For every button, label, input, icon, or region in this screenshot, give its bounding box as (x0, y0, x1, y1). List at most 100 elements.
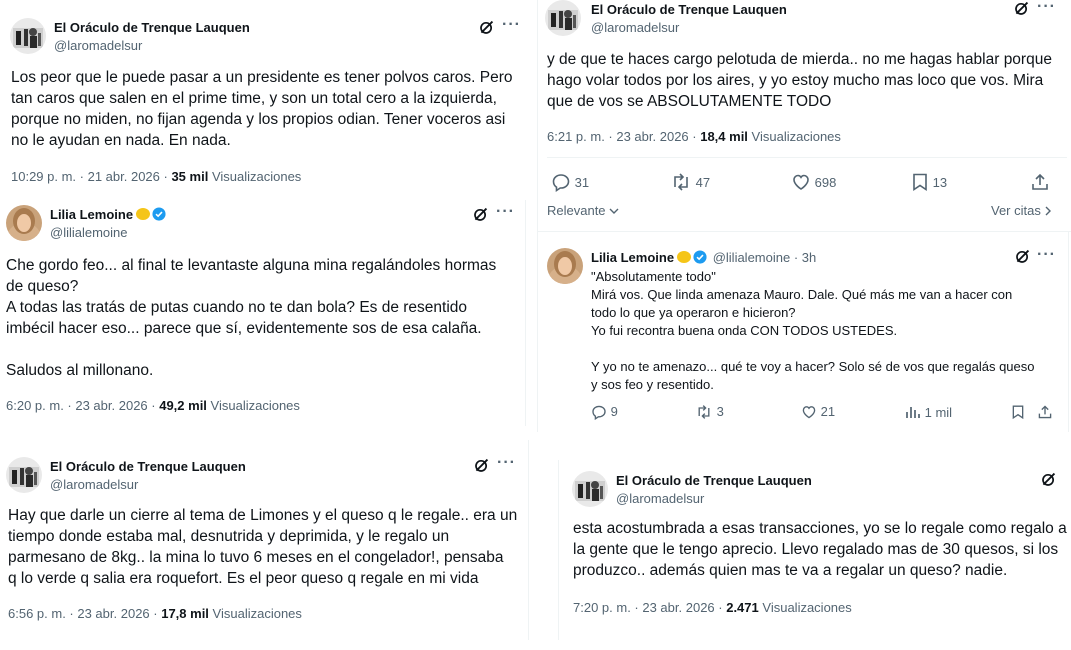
tweet-card-4[interactable]: El Oráculo de Trenque Lauquen @laromadel… (537, 0, 1071, 432)
verified-icon (693, 250, 707, 264)
reply-icon (592, 405, 606, 421)
tweet-text: Hay que darle un cierre al tema de Limon… (8, 507, 518, 587)
retweet-button[interactable]: 3 (695, 404, 724, 420)
tweet-card-2[interactable]: Lilia Lemoine @lilialemoine ··· Che gord… (0, 198, 528, 426)
tweet-text: y de que te haces cargo pelotuda de mier… (547, 51, 1052, 110)
reply-count: 9 (610, 404, 618, 419)
timestamp[interactable]: 6:21 p. m. · 23 abr. 2026 · (547, 129, 697, 144)
tweet-card-1[interactable]: El Oráculo de Trenque Lauquen @laromadel… (0, 0, 528, 196)
views-count: 18,4 mil (700, 129, 748, 144)
like-count: 21 (820, 404, 836, 419)
author-handle[interactable]: @lilialemoine · 3h (713, 250, 817, 265)
avatar[interactable] (545, 0, 581, 36)
bookmark-count: 13 (932, 175, 948, 190)
reply-icon (552, 174, 570, 193)
divider (537, 0, 538, 432)
divider (547, 157, 1067, 158)
timestamp[interactable]: 10:29 p. m. · 21 abr. 2026 · (11, 169, 168, 184)
quotes-label: Ver citas (991, 203, 1041, 218)
views-icon (906, 407, 920, 418)
share-icon[interactable] (1030, 172, 1050, 192)
tweet-meta: 7:20 p. m. · 23 abr. 2026 · 2.471 Visual… (573, 600, 852, 615)
bookmark-button[interactable]: 13 (911, 172, 947, 192)
divider (525, 200, 526, 426)
more-icon[interactable]: ··· (496, 204, 515, 220)
avatar[interactable] (547, 248, 583, 284)
author-handle[interactable]: @lilialemoine (50, 225, 128, 240)
tweet-text: Los peor que le puede pasar a un preside… (11, 69, 513, 149)
author-handle[interactable]: @laromadelsur (591, 20, 679, 35)
more-icon[interactable]: ··· (1037, 247, 1056, 263)
grok-icon[interactable] (473, 457, 490, 474)
divider (558, 460, 559, 640)
more-icon[interactable]: ··· (497, 455, 516, 471)
timestamp[interactable]: 6:20 p. m. · 23 abr. 2026 · (6, 398, 156, 413)
grok-icon[interactable] (1013, 0, 1030, 17)
author-handle[interactable]: @laromadelsur (50, 477, 138, 492)
author-name[interactable]: El Oráculo de Trenque Lauquen (50, 459, 246, 474)
more-icon[interactable]: ··· (1037, 0, 1056, 15)
verified-icon (152, 207, 166, 221)
like-button[interactable]: 21 (801, 404, 835, 420)
reply-button[interactable]: 31 (551, 172, 590, 193)
tweet-text: Che gordo feo... al final te levantaste … (6, 257, 497, 379)
views-count: 1 mil (924, 405, 953, 420)
tweet-card-5[interactable]: El Oráculo de Trenque Lauquen @laromadel… (558, 456, 1071, 650)
views-count: 49,2 mil (159, 398, 207, 413)
retweet-button[interactable]: 47 (670, 172, 710, 192)
views-count: 2.471 (726, 600, 759, 615)
avatar[interactable] (10, 18, 46, 54)
tweet-meta: 6:56 p. m. · 23 abr. 2026 · 17,8 mil Vis… (8, 606, 302, 621)
views-button[interactable]: 1 mil (905, 404, 952, 420)
views-label: Visualizaciones (210, 398, 300, 413)
divider (1068, 232, 1069, 432)
author-name[interactable]: El Oráculo de Trenque Lauquen (54, 20, 250, 35)
author-name[interactable]: El Oráculo de Trenque Lauquen (591, 2, 787, 17)
avatar[interactable] (572, 471, 608, 507)
bookmark-icon (913, 173, 927, 191)
tweet-text: esta acostumbrada a esas transacciones, … (573, 520, 1067, 579)
divider (528, 440, 529, 640)
author-name[interactable]: El Oráculo de Trenque Lauquen (616, 473, 812, 488)
grok-icon[interactable] (472, 206, 489, 223)
timestamp[interactable]: 7:20 p. m. · 23 abr. 2026 · (573, 600, 723, 615)
chevron-right-icon (1045, 206, 1052, 216)
views-label: Visualizaciones (762, 600, 852, 615)
grok-icon[interactable] (478, 19, 495, 36)
retweet-icon (698, 405, 710, 419)
chevron-down-icon (609, 208, 619, 214)
views-count: 35 mil (171, 169, 209, 184)
like-button[interactable]: 698 (791, 172, 836, 192)
share-icon[interactable] (1037, 404, 1053, 420)
tweet-card-3[interactable]: El Oráculo de Trenque Lauquen @laromadel… (0, 440, 530, 650)
reply-text: "Absolutamente todo" Mirá vos. Que linda… (591, 269, 1035, 392)
views-count: 17,8 mil (161, 606, 209, 621)
author-handle[interactable]: @laromadelsur (54, 38, 142, 53)
tweet-meta: 10:29 p. m. · 21 abr. 2026 · 35 mil Visu… (11, 169, 301, 184)
avatar[interactable] (6, 457, 42, 493)
reply-count: 31 (574, 175, 590, 190)
retweet-count: 3 (716, 404, 724, 419)
views-label: Visualizaciones (751, 129, 841, 144)
grok-icon[interactable] (1040, 471, 1057, 488)
lemon-emoji (677, 251, 692, 263)
more-icon[interactable]: ··· (502, 17, 521, 33)
grok-icon[interactable] (1014, 248, 1031, 265)
tweet-meta: 6:20 p. m. · 23 abr. 2026 · 49,2 mil Vis… (6, 398, 300, 413)
sort-dropdown[interactable]: Relevante (547, 203, 619, 218)
author-name[interactable]: Lilia Lemoine (50, 207, 166, 222)
divider (537, 231, 1071, 232)
author-name[interactable]: Lilia Lemoine @lilialemoine · 3h (591, 250, 816, 265)
author-handle[interactable]: @laromadelsur (616, 491, 704, 506)
bookmark-icon[interactable] (1011, 404, 1025, 420)
avatar[interactable] (6, 205, 42, 241)
timestamp[interactable]: 6:56 p. m. · 23 abr. 2026 · (8, 606, 158, 621)
views-label: Visualizaciones (212, 606, 302, 621)
reply-button[interactable]: 9 (591, 404, 618, 421)
view-quotes-link[interactable]: Ver citas (991, 203, 1052, 218)
tweet-meta: 6:21 p. m. · 23 abr. 2026 · 18,4 mil Vis… (547, 129, 841, 144)
like-icon (802, 406, 816, 419)
like-count: 698 (814, 175, 837, 190)
views-label: Visualizaciones (211, 169, 302, 184)
like-icon (793, 174, 809, 190)
